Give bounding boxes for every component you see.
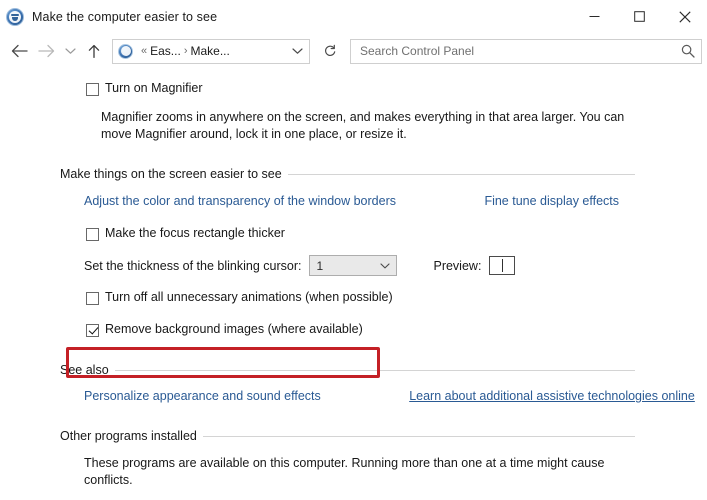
animations-checkbox-row[interactable]: Turn off all unnecessary animations (whe… [0,290,707,305]
close-button[interactable] [662,0,707,33]
turn-off-animations-label[interactable]: Turn off all unnecessary animations (whe… [105,290,393,305]
forward-arrow-icon [38,44,55,58]
make-focus-rectangle-thicker-label[interactable]: Make the focus rectangle thicker [105,226,285,241]
navigation-bar: « Eas... › Make... [0,33,707,69]
turn-off-animations-checkbox[interactable] [86,292,99,305]
divider-line [288,174,635,175]
see-also-heading: See also [60,363,115,377]
remove-background-images-label[interactable]: Remove background images (where availabl… [105,322,363,337]
address-dropdown-button[interactable] [287,40,307,63]
divider-line [115,370,635,371]
cursor-thickness-value: 1 [316,259,323,273]
cursor-thickness-row: Set the thickness of the blinking cursor… [0,255,707,276]
address-ease-of-access-icon [118,44,133,59]
focus-rectangle-checkbox-row[interactable]: Make the focus rectangle thicker [0,226,707,241]
breadcrumb-item-2[interactable]: Make... [190,44,229,58]
search-box[interactable] [350,39,702,64]
other-programs-description: These programs are available on this com… [0,455,707,489]
cursor-caret [502,259,503,272]
make-things-heading: Make things on the screen easier to see [60,167,288,181]
cursor-preview-label: Preview: [433,259,481,273]
other-programs-heading: Other programs installed [60,429,203,443]
magnifier-checkbox-row[interactable]: Turn on Magnifier [0,81,707,96]
up-button[interactable] [80,37,107,65]
search-icon[interactable] [681,44,695,58]
back-arrow-icon [11,44,28,58]
address-bar[interactable]: « Eas... › Make... [112,39,310,64]
chevron-down-icon [292,47,303,55]
chevron-down-icon [380,262,390,269]
breadcrumb-overflow[interactable]: « [141,45,147,57]
settings-content: Turn on Magnifier Magnifier zooms in any… [0,69,707,500]
divider-line [203,436,635,437]
window-controls [572,0,707,33]
control-panel-window: Make the computer easier to see [0,0,707,500]
up-arrow-icon [87,44,101,59]
back-button[interactable] [6,37,33,65]
search-input[interactable] [360,44,681,58]
maximize-button[interactable] [617,0,662,33]
make-focus-rectangle-thicker-checkbox[interactable] [86,228,99,241]
magnifier-description: Magnifier zooms in anywhere on the scree… [0,109,707,143]
breadcrumb-separator: › [184,45,188,57]
cursor-thickness-dropdown[interactable]: 1 [309,255,397,276]
title-bar: Make the computer easier to see [0,0,707,33]
cursor-preview-box [489,256,515,275]
ease-of-access-icon [6,8,24,26]
recent-locations-button[interactable] [60,37,80,65]
see-also-section-header: See also [0,363,707,377]
chevron-down-glyph [380,262,390,269]
refresh-button[interactable] [316,39,343,64]
remove-background-images-checkbox[interactable] [86,324,99,337]
close-icon [679,11,691,23]
link-adjust-color-transparency[interactable]: Adjust the color and transparency of the… [0,193,396,209]
cursor-thickness-label: Set the thickness of the blinking cursor… [84,259,301,273]
magnifier-glyph [681,44,695,58]
refresh-icon [323,44,337,58]
link-assistive-technologies-online[interactable]: Learn about additional assistive technol… [325,388,695,404]
turn-on-magnifier-checkbox[interactable] [86,83,99,96]
turn-on-magnifier-label[interactable]: Turn on Magnifier [105,81,203,96]
maximize-icon [634,11,645,22]
link-fine-tune-display-effects[interactable]: Fine tune display effects [400,193,619,209]
other-programs-section-header: Other programs installed [0,429,707,443]
minimize-button[interactable] [572,0,617,33]
make-things-section-header: Make things on the screen easier to see [0,167,707,181]
minimize-icon [589,11,600,22]
window-title: Make the computer easier to see [32,10,217,24]
chevron-down-icon [65,47,76,55]
forward-button[interactable] [33,37,60,65]
link-personalize-appearance-sound[interactable]: Personalize appearance and sound effects [0,388,321,404]
background-images-checkbox-row[interactable]: Remove background images (where availabl… [0,322,707,337]
breadcrumb-item-1[interactable]: Eas... [150,44,181,58]
